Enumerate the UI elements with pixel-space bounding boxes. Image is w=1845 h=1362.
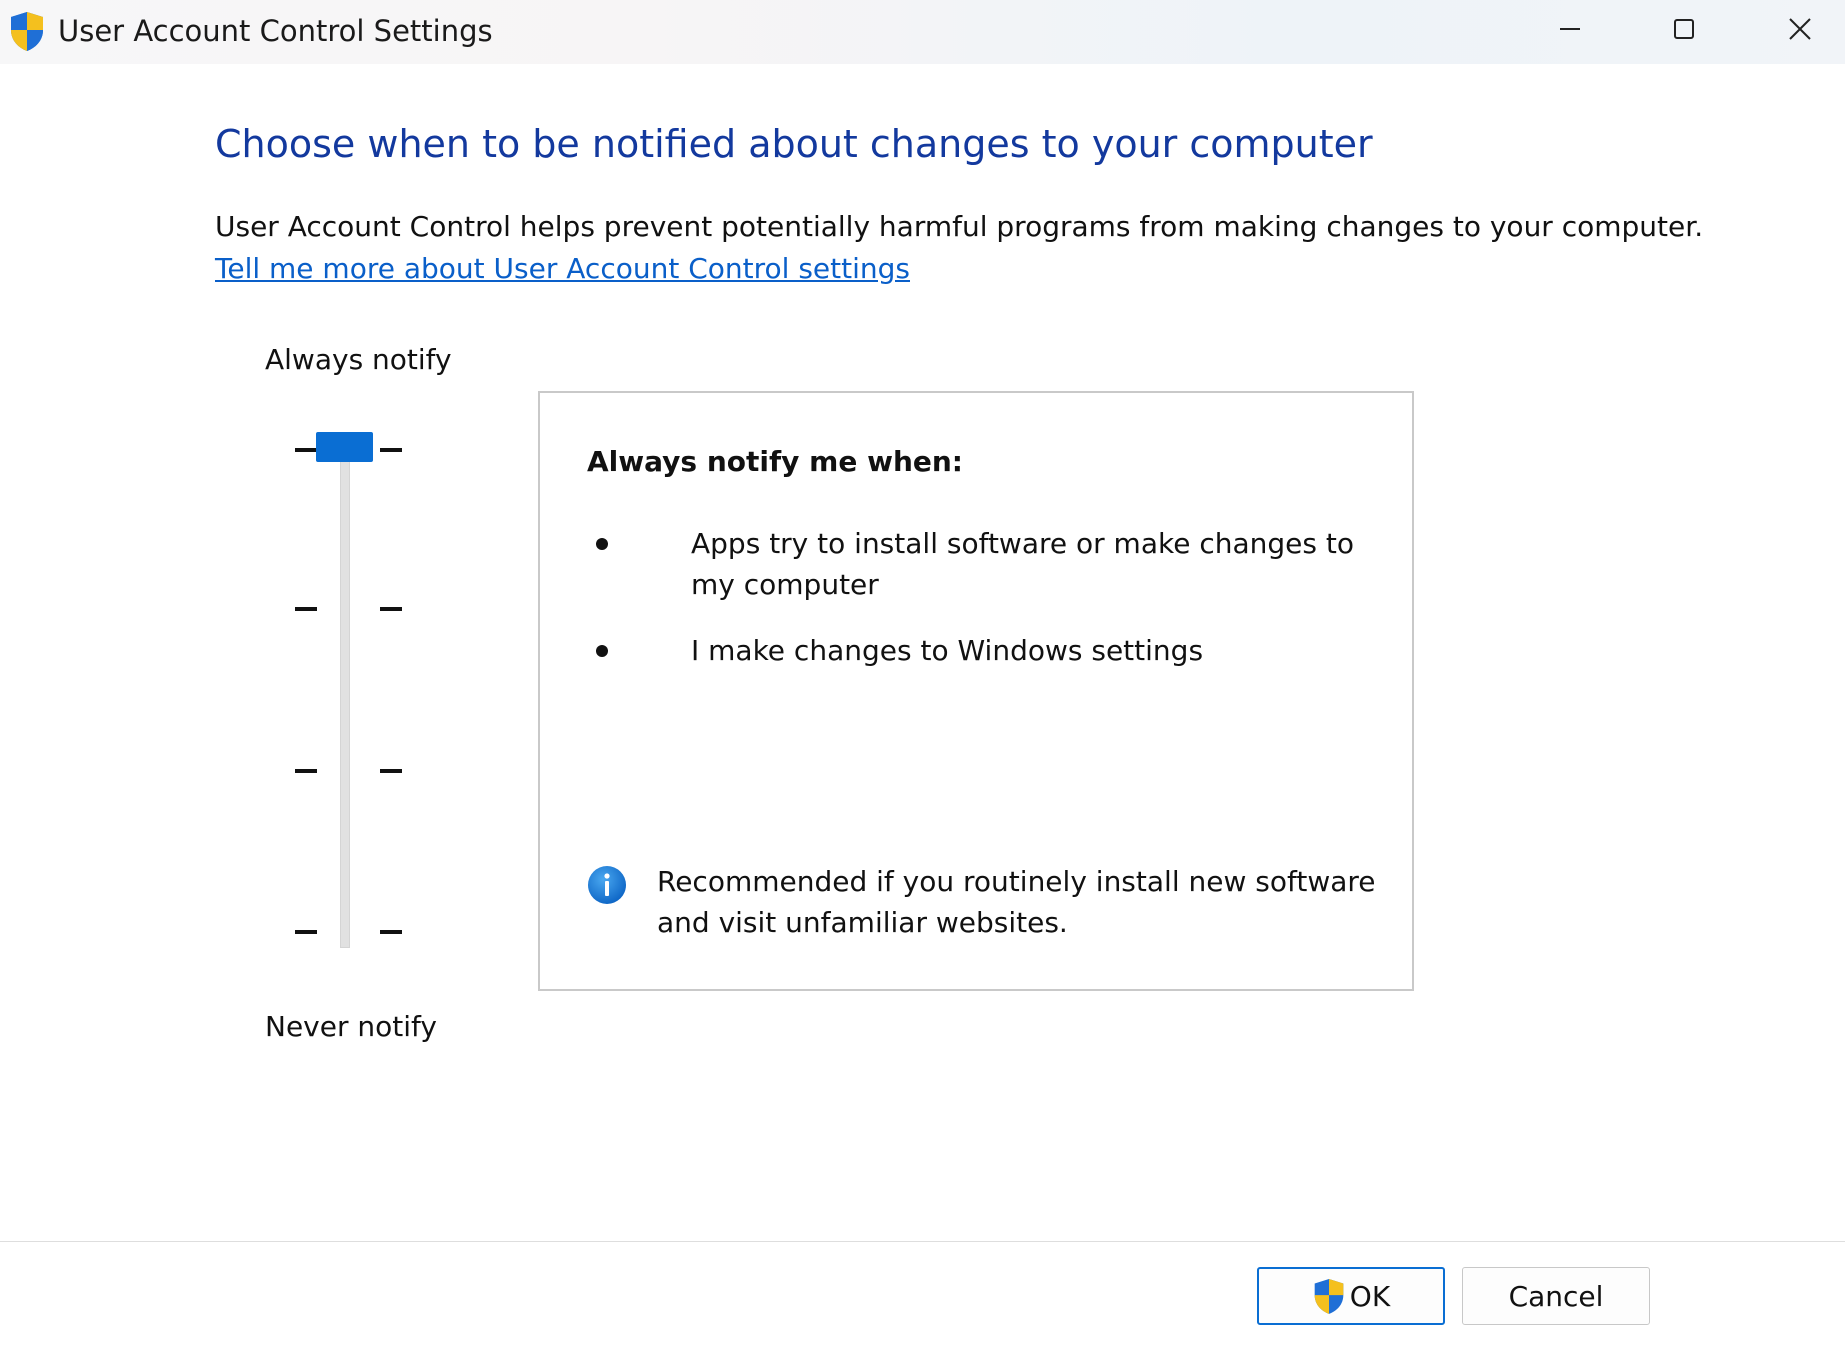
minimize-button[interactable] <box>1518 0 1622 58</box>
slider-track[interactable] <box>340 450 350 948</box>
maximize-icon <box>1674 19 1694 39</box>
minimize-icon <box>1560 28 1580 30</box>
cancel-button[interactable]: Cancel <box>1462 1267 1650 1325</box>
page-heading: Choose when to be notified about changes… <box>215 122 1373 166</box>
cancel-button-label: Cancel <box>1508 1279 1604 1313</box>
slider-tick-left <box>295 607 317 611</box>
slider-tick-right <box>380 448 402 452</box>
slider-tick-left <box>295 769 317 773</box>
uac-shield-icon <box>11 12 43 51</box>
info-icon <box>588 866 626 904</box>
page-description: User Account Control helps prevent poten… <box>215 210 1704 243</box>
slider-tick-right <box>380 930 402 934</box>
list-item-text: Apps try to install software or make cha… <box>691 527 1354 601</box>
window-title: User Account Control Settings <box>58 14 493 48</box>
maximize-button[interactable] <box>1632 0 1736 58</box>
ok-button-label: OK <box>1349 1279 1391 1313</box>
uac-shield-icon <box>1314 1279 1344 1314</box>
slider-tick-right <box>380 769 402 773</box>
slider-tick-left <box>295 930 317 934</box>
slider-tick-left <box>295 448 317 452</box>
slider-thumb[interactable] <box>316 432 373 462</box>
bullet-icon <box>596 645 608 657</box>
ok-button[interactable]: OK <box>1257 1267 1445 1325</box>
recommendation-text: Recommended if you routinely install new… <box>657 865 1376 939</box>
bullet-icon <box>596 538 608 550</box>
uac-settings-window: User Account Control Settings Choose whe… <box>0 0 1845 1362</box>
notification-level-slider[interactable] <box>290 430 410 950</box>
panel-title: Always notify me when: <box>587 445 964 478</box>
list-item-text: I make changes to Windows settings <box>691 634 1204 667</box>
close-button[interactable] <box>1748 0 1845 58</box>
uac-help-link[interactable]: Tell me more about User Account Control … <box>215 249 910 289</box>
slider-tick-right <box>380 607 402 611</box>
slider-label-never-notify: Never notify <box>265 1010 437 1043</box>
slider-label-always-notify: Always notify <box>265 343 452 376</box>
title-bar: User Account Control Settings <box>0 0 1845 64</box>
close-icon <box>1789 18 1811 40</box>
footer-divider <box>0 1241 1845 1242</box>
notification-description-panel: Always notify me when: Apps try to insta… <box>538 391 1414 991</box>
